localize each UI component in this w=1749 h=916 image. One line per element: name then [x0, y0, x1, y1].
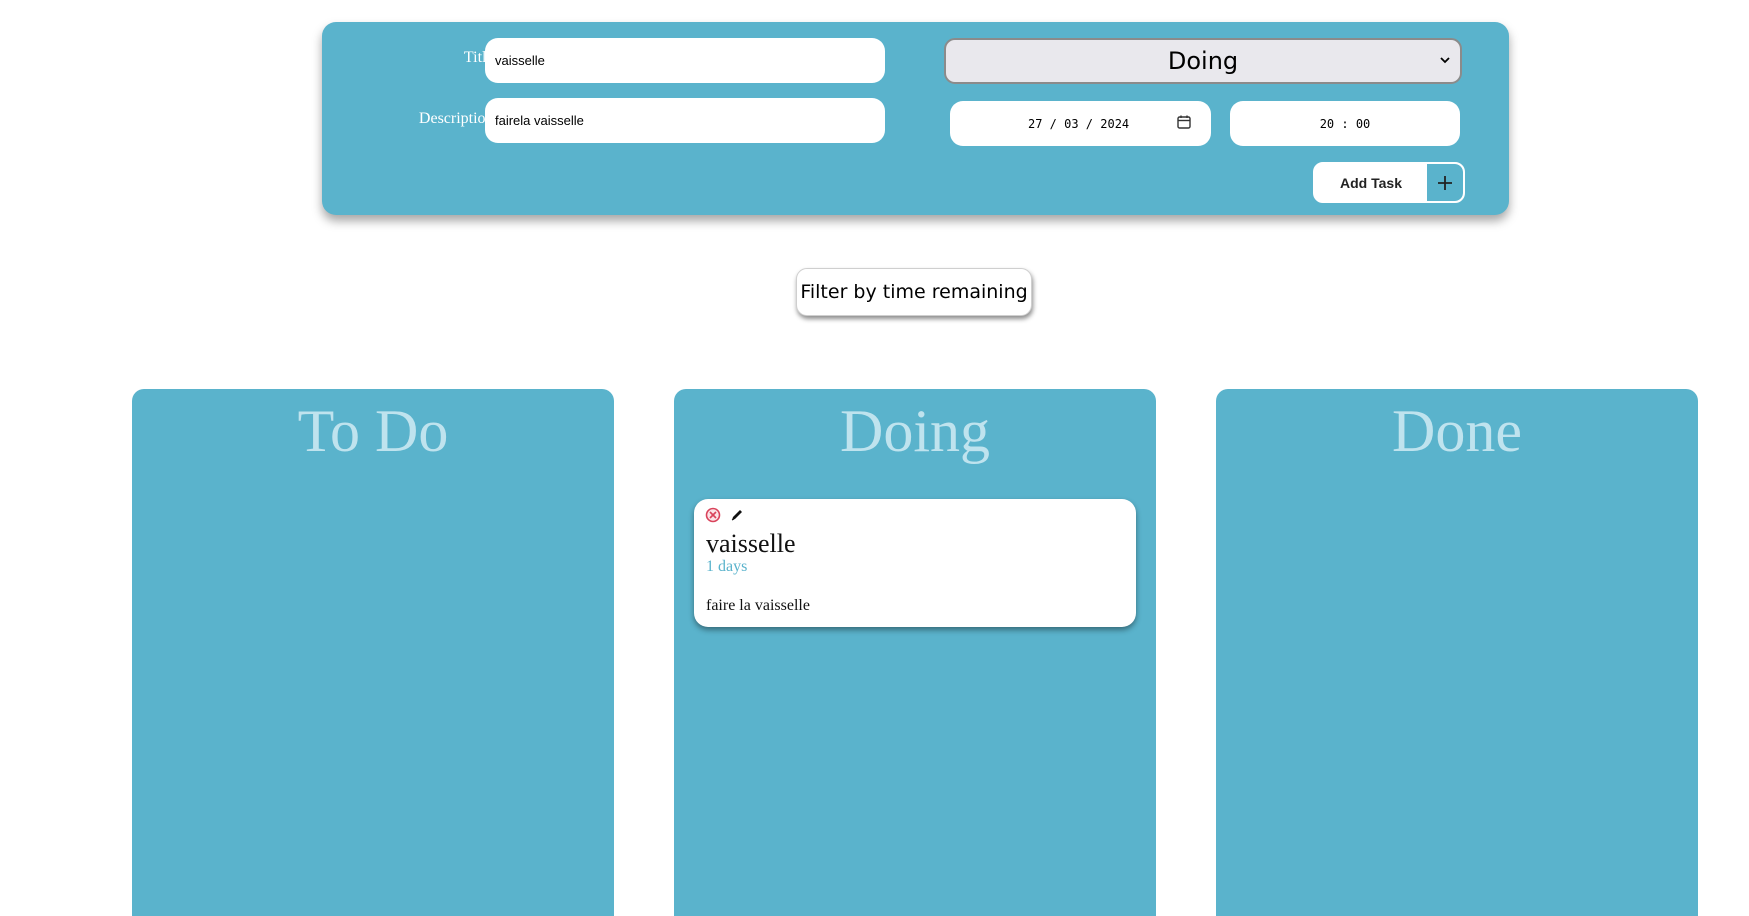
column-todo: To Do	[132, 389, 614, 916]
due-date-value: 27 / 03 / 2024	[1028, 116, 1130, 131]
status-select-value: Doing	[1167, 47, 1239, 75]
task-card[interactable]: vaisselle 1 days faire la vaisselle	[694, 499, 1136, 627]
add-task-label: Add Task	[1340, 174, 1402, 191]
column-doing: Doing vaisselle 1 days faire la vaissell…	[674, 389, 1156, 916]
column-title-todo: To Do	[297, 398, 449, 464]
column-done: Done	[1216, 389, 1698, 916]
task-time-remaining: 1 days	[706, 558, 748, 575]
due-date-input[interactable]: 27 / 03 / 2024	[950, 101, 1211, 146]
column-title-done: Done	[1392, 398, 1522, 464]
calendar-icon[interactable]	[1176, 114, 1192, 130]
due-time-value: 20 : 00	[1319, 116, 1371, 131]
status-select[interactable]: Doing	[944, 38, 1462, 84]
task-form: Title : Description : Doing 27 / 03 / 20…	[322, 22, 1509, 215]
delete-icon[interactable]	[705, 507, 721, 523]
column-title-doing: Doing	[840, 398, 990, 464]
add-task-button[interactable]: Add Task	[1313, 162, 1465, 203]
edit-icon[interactable]	[729, 507, 745, 523]
description-label: Description :	[418, 110, 502, 127]
due-time-input[interactable]: 20 : 00	[1230, 101, 1460, 146]
task-description: faire la vaisselle	[706, 597, 810, 614]
description-input[interactable]	[485, 98, 885, 143]
filter-by-time-button[interactable]: Filter by time remaining	[796, 268, 1032, 316]
task-title: vaisselle	[706, 529, 796, 558]
chevron-down-icon	[1440, 57, 1450, 64]
plus-icon	[1427, 164, 1463, 201]
title-input[interactable]	[485, 38, 885, 83]
